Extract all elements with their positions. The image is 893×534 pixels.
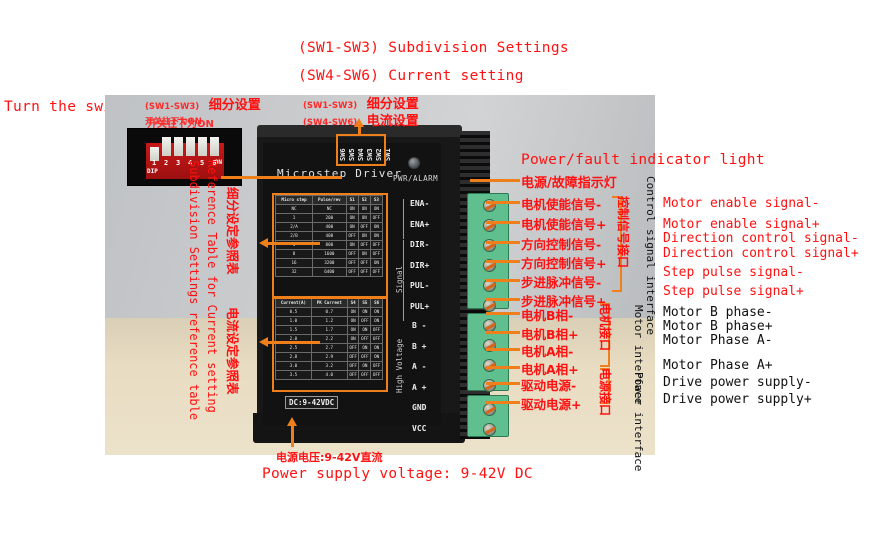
signal-label-en-3: Direction control signal- [663,231,859,246]
pin-label-a: A + [412,382,427,392]
dip-caption: DIP [147,168,158,175]
pin-label-vcc: VCC [412,423,427,433]
signal-label-cn-2: 电机使能信号+ [521,217,607,232]
control-signal-interface-cn: 控制信号接口 [616,196,630,269]
signal-label-en-12: Drive power supply+ [663,392,812,407]
pin-label-dir-plus: DIR+ [410,260,430,270]
signal-label-cn-5: 步进脉冲信号- [521,275,602,290]
microstep-table-callout-arrow [259,238,268,248]
current-ref-table-cn: 电流设定参照表 [225,307,240,395]
pin-label-b: B + [412,341,427,351]
power-fault-indicator-en: Power/fault indicator light [521,152,765,168]
turn-switch-on-cn-top: 开关往下为ON [147,119,214,130]
signal-label-cn-1: 电机使能信号- [521,197,602,212]
signal-label-en-1: Motor enable signal- [663,196,820,211]
sw-callout-stem [358,126,361,136]
signal-leader-line-4 [486,260,520,263]
signal-leader-line-6 [486,298,520,301]
signal-leader-line-9 [486,348,520,351]
signal-leader-line-11 [486,382,520,385]
dip-lever-5[interactable] [198,137,207,156]
dip-number-2: 2 [164,159,169,167]
dip-lever-6[interactable] [210,137,219,156]
signal-label-en-10: Motor Phase A+ [663,358,773,373]
pin-bracket-3 [403,281,404,321]
pin-label-gnd: GND [412,403,427,412]
screenshot-root: (SW1-SW3) Subdivision Settings (SW4-SW6)… [0,0,893,534]
signal-label-en-4: Direction control signal+ [663,246,859,261]
pin-label-pul-minus: PUL- [410,281,430,290]
signal-leader-line-12 [486,401,520,404]
motor-interface-cn: 电机接口 [598,303,612,352]
sw-callout-arrow [354,118,364,127]
power-interface-cn: 电源接口 [598,368,612,417]
signal-label-en-9: Motor Phase A- [663,333,773,348]
current-table-callout-arrow [259,337,268,347]
terminal-screw-10 [483,379,496,392]
signal-label-cn-9: 电机A相- [521,344,574,359]
signal-label-cn-7: 电机B相- [521,308,574,323]
top-subdivision-settings-en: (SW1-SW3) Subdivision Settings [298,40,569,56]
signal-leader-line-10 [486,366,520,369]
pwr-alarm-label: PWR/ALARM [393,174,439,183]
pin-label-pul-plus: PUL+ [410,301,430,311]
dip-callout-line [221,176,341,179]
signal-label-en-6: Step pulse signal+ [663,284,804,299]
pin-label-b: B - [412,321,427,330]
pin-bracket-2 [403,240,404,280]
signal-label-cn-4: 方向控制信号+ [521,256,607,271]
dip-number-3: 3 [176,159,181,167]
power-supply-voltage-cn: 电源电压:9-42V直流 [276,451,383,464]
power-interface-en: Power interface [632,372,645,472]
terminal-screw-11 [483,403,496,416]
signal-label-en-5: Step pulse signal- [663,265,804,280]
signal-label-cn-11: 驱动电源- [521,378,577,393]
top-cn-line1-prefix: (SW1-SW3) [145,102,200,112]
signal-label-en-11: Drive power supply- [663,375,812,390]
sw-callout-box [336,134,386,166]
top-cn-row2-text: 电流设置 [366,114,419,129]
power-supply-voltage-en: Power supply voltage: 9-42V DC [262,466,533,482]
pwr-alarm-led [408,157,420,169]
subdivision-ref-table-cn: 细分设定参照表 [225,187,240,275]
pin-label-ena-plus: ENA+ [410,219,430,229]
power-voltage-callout-arrow [287,417,297,426]
signal-label-cn-3: 方向控制信号- [521,237,602,252]
dip-number-1: 1 [152,159,157,167]
signal-label-cn-12: 驱动电源+ [521,397,582,412]
pin-label-ena-minus: ENA- [410,199,430,208]
terminal-screw-12 [483,423,496,436]
top-cn-line1: 细分设置 [208,98,261,113]
reference-table-current-en: Reference Table for Current setting [205,160,219,413]
power-voltage-callout-line [291,425,294,447]
signal-leader-line-5 [486,279,520,282]
dc-voltage-label: DC:9-42VDC [285,396,339,409]
microstep-table-highlight [272,193,388,299]
signal-label-en-2: Motor enable signal+ [663,217,820,232]
dip-lever-2[interactable] [162,137,171,156]
pin-label-a: A - [412,362,427,371]
signal-leader-line-7 [486,312,520,315]
pin-label-dir-minus: DIR- [410,240,430,249]
signal-leader-line-8 [486,331,520,334]
signal-leader-line-1 [486,201,520,204]
high-voltage-section-label: High Voltage [395,338,404,393]
current-table-highlight [272,296,388,392]
power-fault-indicator-cn: 电源/故障指示灯 [521,176,617,191]
signal-leader-line-2 [486,221,520,224]
top-cn-line1-group: (SW1-SW3) 细分设置 [145,95,261,113]
signal-leader-line-3 [486,241,520,244]
terminal-screw-6 [483,299,496,312]
dip-lever-3[interactable] [174,137,183,156]
top-current-setting-en: (SW4-SW6) Current setting [298,68,524,84]
top-cn-row2-prefix: (SW4-SW6) [303,118,358,128]
signal-label-en-8: Motor B phase+ [663,319,773,334]
dip-lever-4[interactable] [186,137,195,156]
control-signal-interface-en: Control signal interface [644,176,657,335]
pin-bracket-1 [403,199,404,239]
led-leader-line [470,179,520,182]
signal-label-en-7: Motor B phase- [663,305,773,320]
subdivision-ref-table-en: Subdivision Settings reference table [187,160,201,421]
